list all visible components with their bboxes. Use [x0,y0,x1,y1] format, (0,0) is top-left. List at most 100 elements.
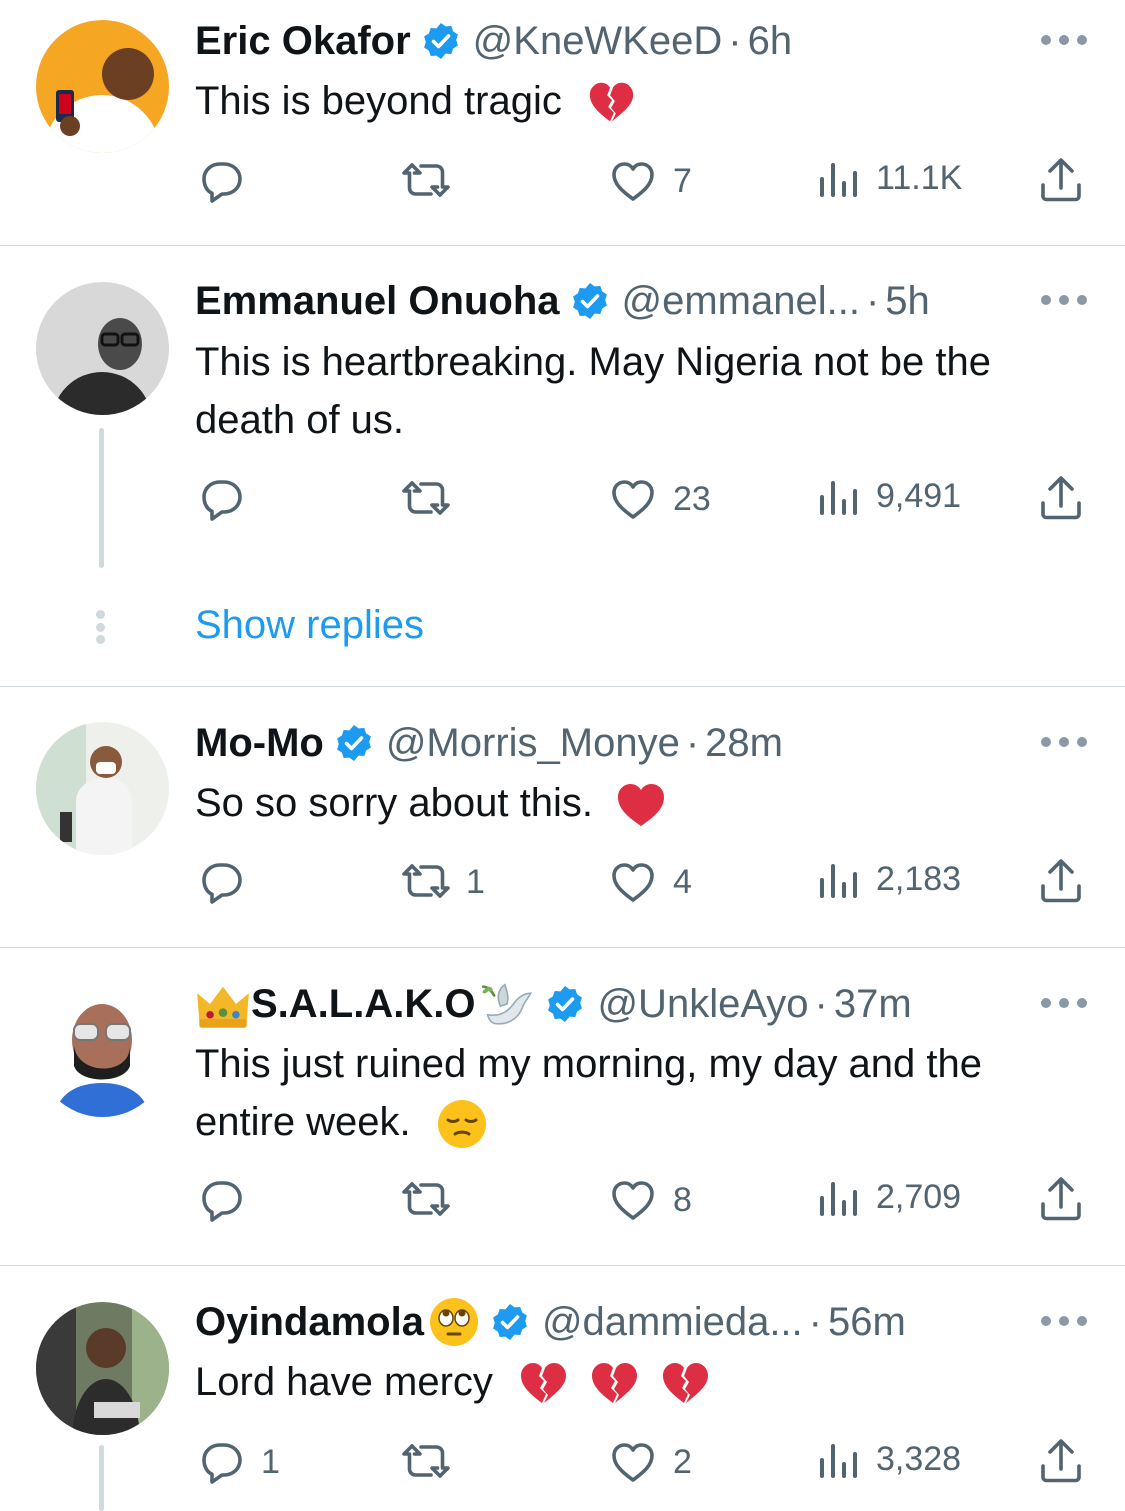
like-button[interactable]: 2 [607,1436,692,1488]
divider [0,686,1125,687]
broken-heart-emoji [589,83,634,122]
share-button[interactable] [1036,473,1086,523]
like-count: 7 [673,161,692,200]
reply-icon [202,1443,242,1484]
divider [0,947,1125,948]
share-button[interactable] [1036,1174,1086,1224]
crown-emoji [197,986,249,1028]
retweet-icon [402,1444,450,1478]
view-count: 3,328 [876,1439,962,1478]
tweet-actions: 23 9,491 [0,473,1125,523]
divider [0,1265,1125,1266]
broken-heart-emoji [592,1363,638,1404]
like-icon [612,162,654,201]
dove-emoji [480,983,533,1026]
reply-button[interactable] [195,473,261,525]
separator: · [808,1299,822,1344]
timestamp[interactable]: 6h [748,19,793,64]
author-name[interactable]: Oyindamola [195,1300,424,1345]
retweet-button[interactable] [400,473,466,525]
like-button[interactable]: 7 [607,155,692,207]
views-button[interactable]: 11.1K [816,155,962,201]
share-icon [1041,859,1081,903]
views-icon [820,1444,857,1478]
tweet-text-content: This is beyond tragic [195,79,562,123]
views-icon [820,163,857,197]
views-icon [820,481,857,515]
tweet-actions: 7 11.1K [0,155,1125,205]
author-handle[interactable]: @Morris_Monye [386,721,680,766]
avatar[interactable] [36,722,169,855]
view-count: 11.1K [876,158,963,197]
timestamp[interactable]: 37m [834,982,912,1027]
more-icon[interactable] [1041,34,1087,46]
avatar[interactable] [36,20,169,153]
pensive-face-emoji [436,1098,488,1150]
show-replies-link[interactable]: Show replies [195,603,424,648]
reply-icon [202,863,242,904]
author-handle[interactable]: @KneWKeeD [473,19,723,64]
views-button[interactable]: 2,183 [816,856,961,902]
share-icon [1041,158,1081,202]
separator: · [814,981,828,1026]
retweet-button[interactable] [400,155,466,207]
like-button[interactable]: 23 [607,473,711,525]
share-button[interactable] [1036,1436,1086,1486]
like-count: 4 [673,862,692,901]
views-icon [820,864,857,898]
reply-button[interactable]: 1 [195,1436,280,1488]
views-button[interactable]: 3,328 [816,1436,961,1482]
more-icon[interactable] [1041,1315,1087,1327]
like-button[interactable]: 4 [607,856,692,908]
views-button[interactable]: 2,709 [816,1174,961,1220]
reply-button[interactable] [195,155,261,207]
separator: · [728,18,742,63]
timestamp[interactable]: 28m [705,721,783,766]
reply-button[interactable] [195,1174,261,1226]
view-count: 9,491 [876,476,962,515]
reply-icon [202,162,242,203]
share-button[interactable] [1036,155,1086,205]
like-count: 2 [673,1442,692,1481]
reply-button[interactable] [195,856,261,908]
broken-heart-emoji [663,1363,709,1404]
like-icon [612,1443,654,1482]
retweet-button[interactable] [400,1174,466,1226]
tweet-text: So so sorry about this. [195,774,1075,832]
timestamp[interactable]: 5h [885,279,930,324]
verified-badge-icon [491,1302,529,1342]
more-icon[interactable] [1041,997,1087,1009]
retweet-icon [402,864,450,898]
timestamp[interactable]: 56m [828,1300,906,1345]
retweet-button[interactable]: 1 [400,856,485,908]
share-button[interactable] [1036,856,1086,906]
thread-dots-icon [96,610,106,644]
avatar[interactable] [36,984,169,1117]
author-name[interactable]: Emmanuel Onuoha [195,279,560,324]
retweet-icon [402,481,450,515]
avatar[interactable] [36,1302,169,1435]
author-handle[interactable]: @dammieda... [542,1300,803,1345]
views-button[interactable]: 9,491 [816,473,961,519]
tweet-text-content: This just ruined my morning, my day and … [195,1042,983,1144]
retweet-count: 1 [466,862,485,901]
author-name[interactable]: Mo-Mo [195,721,324,766]
view-count: 2,183 [876,859,962,898]
like-button[interactable]: 8 [607,1174,692,1226]
like-count: 23 [673,479,711,518]
more-icon[interactable] [1041,736,1087,748]
author-name[interactable]: S.A.L.A.K.O [251,982,475,1027]
author-name[interactable]: Eric Okafor [195,19,411,64]
verified-badge-icon [335,723,373,763]
view-count: 2,709 [876,1177,962,1216]
retweet-button[interactable] [400,1436,466,1488]
more-icon[interactable] [1041,294,1087,306]
retweet-icon [402,1182,450,1216]
tweet-actions: 8 2,709 [0,1174,1125,1224]
tweet-text: This is beyond tragic [195,72,1075,130]
avatar[interactable] [36,282,169,415]
tweet-text-content: Lord have mercy [195,1360,493,1404]
author-handle[interactable]: @emmanel... [622,279,860,324]
reply-icon [202,480,242,521]
author-handle[interactable]: @UnkleAyo [597,982,808,1027]
